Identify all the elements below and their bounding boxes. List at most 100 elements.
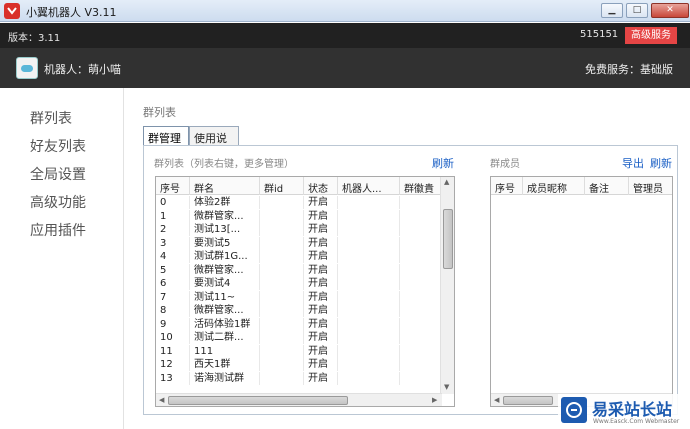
table-cell <box>338 250 400 263</box>
table-row[interactable]: 13 诺海测试群 开启 <box>156 371 442 385</box>
scroll-left-arrow-icon[interactable]: ◀ <box>159 396 164 404</box>
table-row[interactable]: 9 活码体验1群 开启 <box>156 317 442 331</box>
table-cell <box>260 250 304 263</box>
table-cell: 测试11~ <box>190 290 260 304</box>
sidebar-item-plugins[interactable]: 应用插件 <box>30 220 86 240</box>
table-cell: 13 <box>156 371 190 385</box>
column-header[interactable]: 群徽貴 <box>400 177 442 195</box>
members-refresh-link[interactable]: 刷新 <box>650 155 672 171</box>
scroll-down-arrow-icon[interactable]: ▼ <box>444 383 449 391</box>
column-header[interactable]: 成员昵称 <box>523 177 585 195</box>
table-cell <box>338 196 400 209</box>
column-header[interactable]: 序号 <box>156 177 190 195</box>
table-cell <box>338 317 400 331</box>
watermark: 易采站长站 Www.Easck.Com Webmaster <box>558 394 690 429</box>
table-cell: 体验2群 <box>190 196 260 209</box>
table-cell <box>400 277 442 290</box>
table-cell: 开启 <box>304 358 338 371</box>
table-row[interactable]: 12 西天1群 开启 <box>156 358 442 371</box>
premium-service-button[interactable]: 高级服务 <box>625 27 677 44</box>
table-cell: 微群管家... <box>190 263 260 277</box>
table-cell: 开启 <box>304 344 338 358</box>
table-cell <box>260 371 304 385</box>
table-cell: 8 <box>156 304 190 317</box>
table-cell: 要测试5 <box>190 236 260 250</box>
group-table-hscroll[interactable]: ◀ ▶ <box>156 393 442 406</box>
table-cell: 开启 <box>304 196 338 209</box>
scroll-up-arrow-icon[interactable]: ▲ <box>444 178 449 186</box>
table-cell <box>260 304 304 317</box>
table-cell: 111 <box>190 344 260 358</box>
column-header[interactable]: 序号 <box>491 177 523 195</box>
tab-group-management[interactable]: 群管理 <box>143 126 189 146</box>
table-cell: 4 <box>156 250 190 263</box>
watermark-text: 易采站长站 <box>592 400 673 419</box>
close-button[interactable]: ✕ <box>651 3 689 18</box>
scroll-left-arrow-icon[interactable]: ◀ <box>494 396 499 404</box>
table-cell: 开启 <box>304 277 338 290</box>
table-cell: 12 <box>156 358 190 371</box>
table-row[interactable]: 11 111 开启 <box>156 344 442 358</box>
hscroll-thumb[interactable] <box>168 396 348 405</box>
table-cell: 要测试4 <box>190 277 260 290</box>
sidebar-item-advanced[interactable]: 高级功能 <box>30 192 86 212</box>
table-cell <box>338 331 400 344</box>
vscroll-thumb[interactable] <box>443 209 453 269</box>
table-row[interactable]: 7 测试11~ 开启 <box>156 290 442 304</box>
version-label: 版本：3.11 <box>8 33 61 44</box>
table-row[interactable]: 4 测试群1G... 开启 <box>156 250 442 263</box>
column-header[interactable]: 机器人... <box>338 177 400 195</box>
robot-name: 机器人：萌小喵 <box>44 63 121 76</box>
table-cell <box>260 317 304 331</box>
watermark-subtext: Www.Easck.Com Webmaster <box>593 418 680 425</box>
scroll-right-arrow-icon[interactable]: ▶ <box>432 396 437 404</box>
sidebar-item-group-list[interactable]: 群列表 <box>30 108 72 128</box>
table-cell <box>400 344 442 358</box>
app-logo-icon <box>4 3 20 19</box>
group-list-label: 群列表（列表右键，更多管理） <box>154 159 294 170</box>
table-cell: 3 <box>156 236 190 250</box>
table-row[interactable]: 10 测试二群... 开启 <box>156 331 442 344</box>
table-cell: 测试群1G... <box>190 250 260 263</box>
column-header[interactable]: 状态 <box>304 177 338 195</box>
main-content: 群列表 群管理 使用说明 群列表（列表右键，更多管理） 刷新 序号 群名 群id… <box>125 88 690 429</box>
table-cell <box>400 263 442 277</box>
group-table[interactable]: 序号 群名 群id 状态 机器人... 群徽貴 0 体验2群 开启 1 微群管家... 开… <box>155 176 455 407</box>
table-cell: 11 <box>156 344 190 358</box>
table-cell: 9 <box>156 317 190 331</box>
members-export-link[interactable]: 导出 <box>622 155 644 171</box>
table-cell: 2 <box>156 223 190 236</box>
table-cell: 诺海测试群 <box>190 371 260 385</box>
table-cell <box>338 290 400 304</box>
table-cell: 微群管家... <box>190 209 260 223</box>
tab-instructions[interactable]: 使用说明 <box>189 126 239 161</box>
table-row[interactable]: 8 微群管家... 开启 <box>156 304 442 317</box>
column-header[interactable]: 备注 <box>585 177 629 195</box>
members-table[interactable]: 序号 成员昵称 备注 管理员 ◀ <box>490 176 673 407</box>
page-title: 群列表 <box>143 106 176 119</box>
table-row[interactable]: 1 微群管家... 开启 <box>156 209 442 223</box>
column-header[interactable]: 群id <box>260 177 304 195</box>
column-header[interactable]: 管理员 <box>629 177 672 195</box>
table-cell: 西天1群 <box>190 358 260 371</box>
table-row[interactable]: 5 微群管家... 开启 <box>156 263 442 277</box>
table-row[interactable]: 3 要测试5 开启 <box>156 236 442 250</box>
table-cell <box>400 209 442 223</box>
table-cell <box>260 209 304 223</box>
table-cell: 开启 <box>304 223 338 236</box>
table-row[interactable]: 2 测试13[... 开启 <box>156 223 442 236</box>
group-list-refresh-link[interactable]: 刷新 <box>432 155 454 171</box>
column-header[interactable]: 群名 <box>190 177 260 195</box>
hscroll-thumb[interactable] <box>503 396 553 405</box>
sidebar-item-global-settings[interactable]: 全局设置 <box>30 164 86 184</box>
table-row[interactable]: 6 要测试4 开启 <box>156 277 442 290</box>
table-cell <box>400 250 442 263</box>
maximize-button[interactable]: □ <box>626 3 648 18</box>
table-cell <box>338 236 400 250</box>
minimize-button[interactable]: ▁ <box>601 3 623 18</box>
sidebar-item-friend-list[interactable]: 好友列表 <box>30 136 86 156</box>
table-row[interactable]: 0 体验2群 开启 <box>156 196 442 209</box>
robot-bar: 机器人：萌小喵 免费服务：基础版 <box>0 48 690 88</box>
group-table-vscroll[interactable]: ▲ ▼ <box>440 177 454 394</box>
table-cell: 5 <box>156 263 190 277</box>
